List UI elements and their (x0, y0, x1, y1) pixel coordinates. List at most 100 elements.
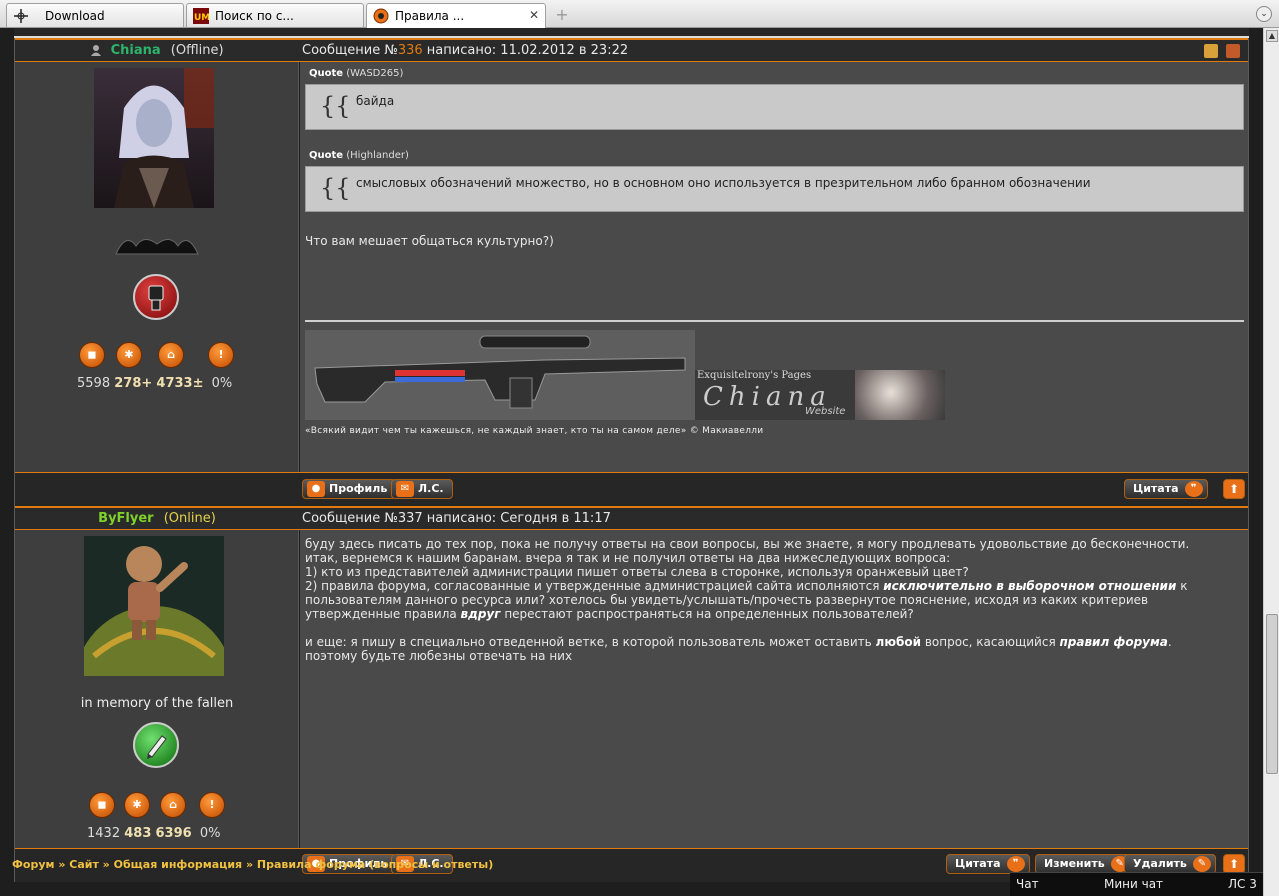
pm-counter-link[interactable]: ЛС 3 (1228, 873, 1257, 895)
post-line: итак, вернемся к нашим баранам. вчера я … (305, 551, 951, 565)
edit-button-label: Изменить (1044, 857, 1105, 870)
home-icon[interactable]: ⌂ (160, 792, 186, 818)
tab-label: Download (45, 8, 105, 23)
stat-reputation: 483 (124, 826, 152, 841)
quote-icon: ❞ (1184, 481, 1203, 497)
post-body: буду здесь писать до тех пор, пока не по… (300, 530, 1248, 848)
quote-text: байда (356, 94, 395, 108)
scroll-to-top-button[interactable]: ⬆ (1223, 854, 1245, 874)
scrollbar-thumb[interactable] (1266, 614, 1278, 774)
post-line: буду здесь писать до тех пор, пока не по… (305, 537, 1190, 551)
new-tab-button[interactable]: + (553, 6, 571, 24)
pm-button[interactable]: ✉ Л.С. (391, 479, 453, 499)
stat-warnings: 0% (199, 826, 221, 841)
avatar (94, 68, 214, 208)
pm-button-label: Л.С. (418, 482, 444, 495)
quote-box: {{ смысловых обозначений множество, но в… (305, 166, 1244, 212)
text-span: вопрос, касающийся (921, 635, 1060, 649)
quote-label-text: Quote (309, 68, 344, 79)
quote-author: (WASD265) (346, 68, 404, 79)
author-stats: 1432 483 6396 0% (87, 826, 220, 841)
warning-icon[interactable]: ! (199, 792, 225, 818)
quote-text: смысловых обозначений множество, но в ос… (356, 176, 1091, 190)
delete-button-label: Удалить (1133, 857, 1187, 870)
post-line: 2) правила форума, согласованные и утвер… (305, 579, 1240, 621)
post-text: Что вам мешает общаться культурно?) (305, 234, 554, 248)
home-icon[interactable]: ⌂ (158, 342, 184, 368)
warning-icon[interactable]: ! (208, 342, 234, 368)
delete-button[interactable]: Удалить ✎ (1124, 854, 1216, 874)
quote-button[interactable]: Цитата ❞ (1124, 479, 1208, 499)
crosshair-icon (13, 8, 29, 24)
post-author: Chiana (Offline) (15, 40, 299, 62)
previous-post-edge (14, 28, 1249, 38)
quote-label: Quote (Highlander) (309, 150, 409, 161)
stat-posts: 1432 (87, 826, 121, 841)
thumbs-up-icon[interactable] (1203, 44, 1218, 58)
banner-portrait (855, 370, 945, 420)
chat-bar: Чат Мини чат ЛС 3 (1010, 872, 1263, 896)
scroll-up-arrow-icon[interactable]: ▲ (1266, 30, 1278, 42)
avatar (84, 536, 224, 676)
svg-text:UM: UM (194, 13, 209, 23)
author-panel: ◼ ✱ ⌂ ! 5598 278+ 4733± 0% (15, 62, 299, 472)
author-name[interactable]: ByFlyer (98, 511, 153, 526)
quote-icon: ❞ (1006, 856, 1025, 872)
post-number[interactable]: 337 (398, 511, 423, 526)
stat-rating: 6396 (155, 826, 192, 841)
mini-chat-link[interactable]: Мини чат (1104, 873, 1163, 895)
browser-tab-strip: Download UM Поиск по с... Правила ... ✕ … (0, 0, 1279, 28)
stat-reputation: 278+ (114, 376, 153, 391)
quote-button-label: Цитата (1133, 482, 1179, 495)
text-span: перестают распространяться на определенн… (500, 607, 914, 621)
post-line: поэтому будьте любезны отвечать на них (305, 649, 573, 663)
tab-label: Правила ... (395, 9, 465, 23)
thumbs-down-icon[interactable] (1226, 44, 1240, 58)
post-title-prefix: Сообщение № (302, 43, 398, 58)
quote-label: Quote (WASD265) (309, 68, 403, 79)
forum-content: Chiana (Offline) Сообщение №336 написано… (0, 28, 1263, 896)
banner-subtitle: Website (805, 406, 846, 417)
signature-divider (305, 320, 1244, 322)
author-status: (Online) (163, 511, 216, 526)
award-icon[interactable]: ✱ (116, 342, 142, 368)
chat-bubble-icon[interactable]: ◼ (89, 792, 115, 818)
chevron-down-icon[interactable]: ⌄ (1256, 6, 1272, 22)
vertical-scrollbar[interactable]: ▲ (1263, 28, 1279, 896)
author-stats: 5598 278+ 4733± 0% (77, 376, 232, 391)
emphasis-text: вдруг (460, 607, 501, 621)
scroll-to-top-button[interactable]: ⬆ (1223, 479, 1245, 499)
user-icon: ● (307, 481, 325, 497)
edit-button[interactable]: Изменить ✎ (1035, 854, 1134, 874)
quote-box: {{ байда (305, 84, 1244, 130)
quote-button[interactable]: Цитата ❞ (946, 854, 1030, 874)
signature-quote: «Всякий видит чем ты кажешься, не каждый… (305, 426, 764, 436)
post-line: 1) кто из представителей администрации п… (305, 565, 969, 579)
post-date: написано: Сегодня в 11:17 (422, 511, 611, 526)
signature-website-banner: Exquisitelrony's Pages Chiana Website (695, 370, 945, 420)
emphasis-text: исключительно в выборочном отношении (883, 579, 1177, 593)
rating-controls (1203, 43, 1240, 62)
user-motto: in memory of the fallen (80, 696, 234, 711)
profile-button[interactable]: ● Профиль (302, 479, 397, 499)
forum-post: Chiana (Offline) Сообщение №336 написано… (14, 38, 1249, 508)
award-icon[interactable]: ✱ (124, 792, 150, 818)
post-title: Сообщение №336 написано: 11.02.2012 в 23… (302, 40, 628, 62)
author-name[interactable]: Chiana (111, 43, 161, 58)
delete-pencil-icon: ✎ (1192, 856, 1211, 872)
breadcrumb[interactable]: Форум » Сайт » Общая информация » Правил… (12, 858, 493, 871)
tab-search[interactable]: UM Поиск по с... (186, 3, 364, 27)
post-text: буду здесь писать до тех пор, пока не по… (305, 537, 1240, 663)
author-status: (Offline) (170, 43, 224, 58)
text-span: и еще: я пишу в специально отведенной ве… (305, 635, 876, 649)
post-line: и еще: я пишу в специально отведенной ве… (305, 635, 1240, 649)
chat-bubble-icon[interactable]: ◼ (79, 342, 105, 368)
chat-link[interactable]: Чат (1016, 873, 1039, 895)
signature-gun-image (305, 330, 695, 420)
tab-forum-rules[interactable]: Правила ... ✕ (366, 3, 546, 28)
um-logo-icon: UM (193, 7, 210, 24)
post-number[interactable]: 336 (398, 43, 423, 58)
quote-button-label: Цитата (955, 857, 1001, 870)
close-icon[interactable]: ✕ (529, 8, 539, 22)
tab-download[interactable]: Download (6, 3, 184, 27)
